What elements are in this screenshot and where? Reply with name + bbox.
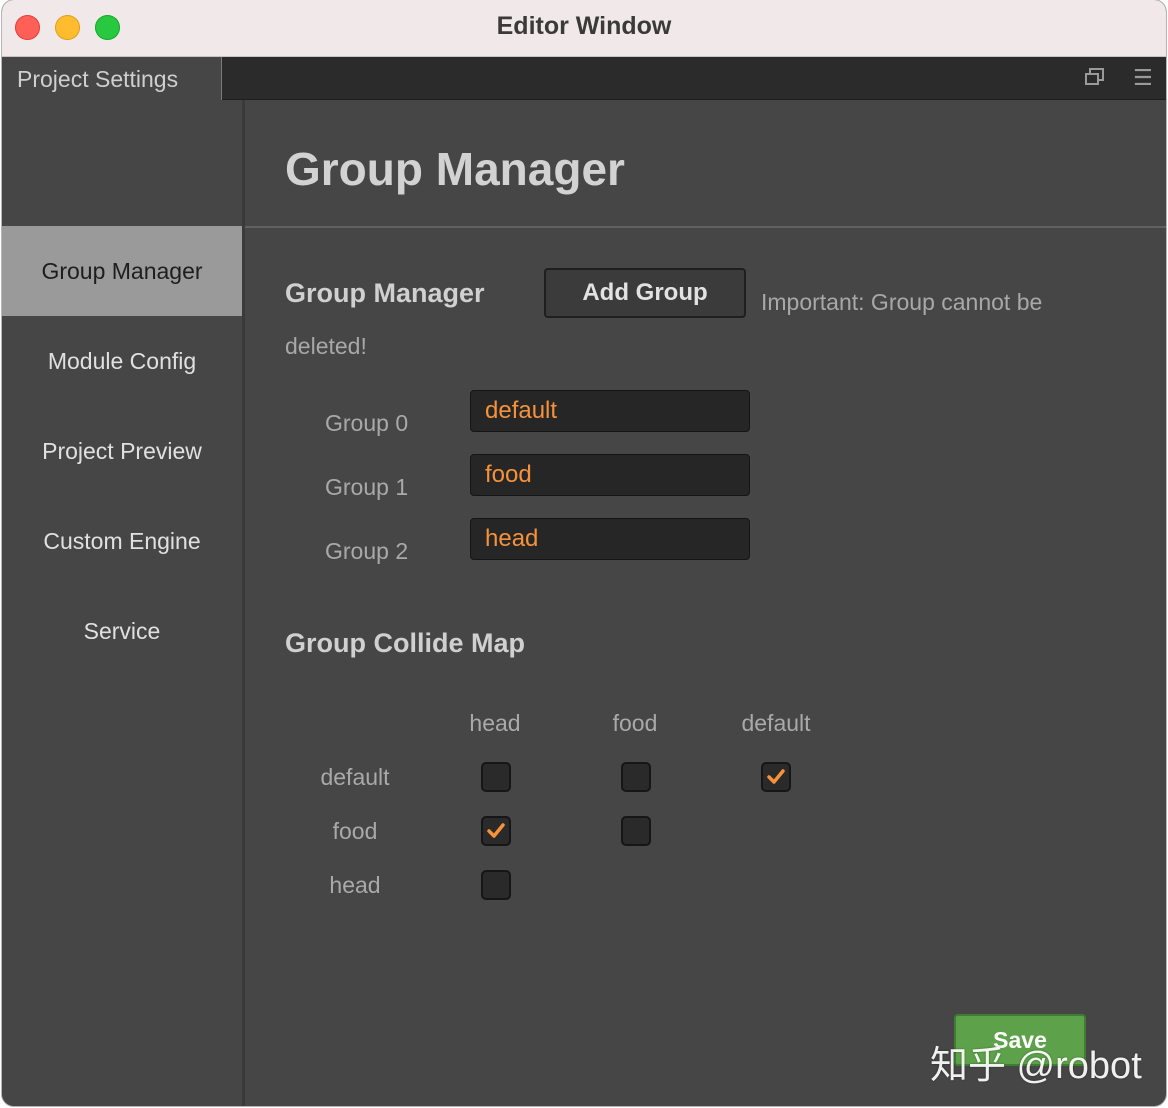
collide-checkbox-food-head[interactable] bbox=[481, 816, 511, 846]
collide-checkbox-default-head[interactable] bbox=[481, 762, 511, 792]
editor-window: Editor Window Project Settings ☰ Group M… bbox=[2, 0, 1166, 1106]
window-title: Editor Window bbox=[496, 12, 672, 40]
popout-icon[interactable] bbox=[1084, 67, 1104, 85]
collide-checkbox-head-head[interactable] bbox=[481, 870, 511, 900]
group-name-input[interactable]: food bbox=[470, 454, 750, 496]
collide-row-default: default bbox=[320, 764, 390, 790]
collide-column-default: default bbox=[741, 710, 811, 736]
page-title: Group Manager bbox=[285, 143, 625, 195]
watermark: 知乎 @robot bbox=[930, 1045, 1142, 1087]
group-label: Group 1 bbox=[325, 474, 409, 500]
sidebar-item-module-config[interactable]: Module Config bbox=[2, 316, 242, 406]
tab-project-settings[interactable]: Project Settings bbox=[2, 57, 222, 100]
collide-row-head: head bbox=[329, 872, 381, 898]
group-name-input[interactable]: head bbox=[470, 518, 750, 560]
collide-checkbox-food-food[interactable] bbox=[621, 816, 651, 846]
collide-column-food: food bbox=[612, 710, 658, 736]
collide-checkbox-default-default[interactable] bbox=[761, 762, 791, 792]
sidebar: Group Manager Module Config Project Prev… bbox=[2, 100, 245, 1106]
sidebar-item-service[interactable]: Service bbox=[2, 586, 242, 676]
title-bar: Editor Window bbox=[2, 0, 1166, 57]
sidebar-item-project-preview[interactable]: Project Preview bbox=[2, 406, 242, 496]
collide-row-food: food bbox=[332, 818, 378, 844]
tab-strip: Project Settings ☰ bbox=[2, 57, 1166, 100]
menu-icon[interactable]: ☰ bbox=[1133, 65, 1153, 91]
collide-column-head: head bbox=[469, 710, 521, 736]
collide-map-title: Group Collide Map bbox=[285, 628, 525, 658]
group-label: Group 2 bbox=[325, 538, 409, 564]
group-label: Group 0 bbox=[325, 410, 409, 436]
main-panel: Group Manager Group Manager Add Group Im… bbox=[245, 100, 1166, 1106]
collide-checkbox-default-food[interactable] bbox=[621, 762, 651, 792]
header-divider bbox=[245, 226, 1166, 228]
sidebar-item-custom-engine[interactable]: Custom Engine bbox=[2, 496, 242, 586]
checkmark-icon bbox=[767, 769, 785, 784]
sidebar-item-group-manager[interactable]: Group Manager bbox=[2, 226, 242, 316]
checkmark-icon bbox=[487, 823, 505, 838]
important-note: Important: Group cannot be deleted! bbox=[285, 289, 1043, 359]
group-name-input[interactable]: default bbox=[470, 390, 750, 432]
